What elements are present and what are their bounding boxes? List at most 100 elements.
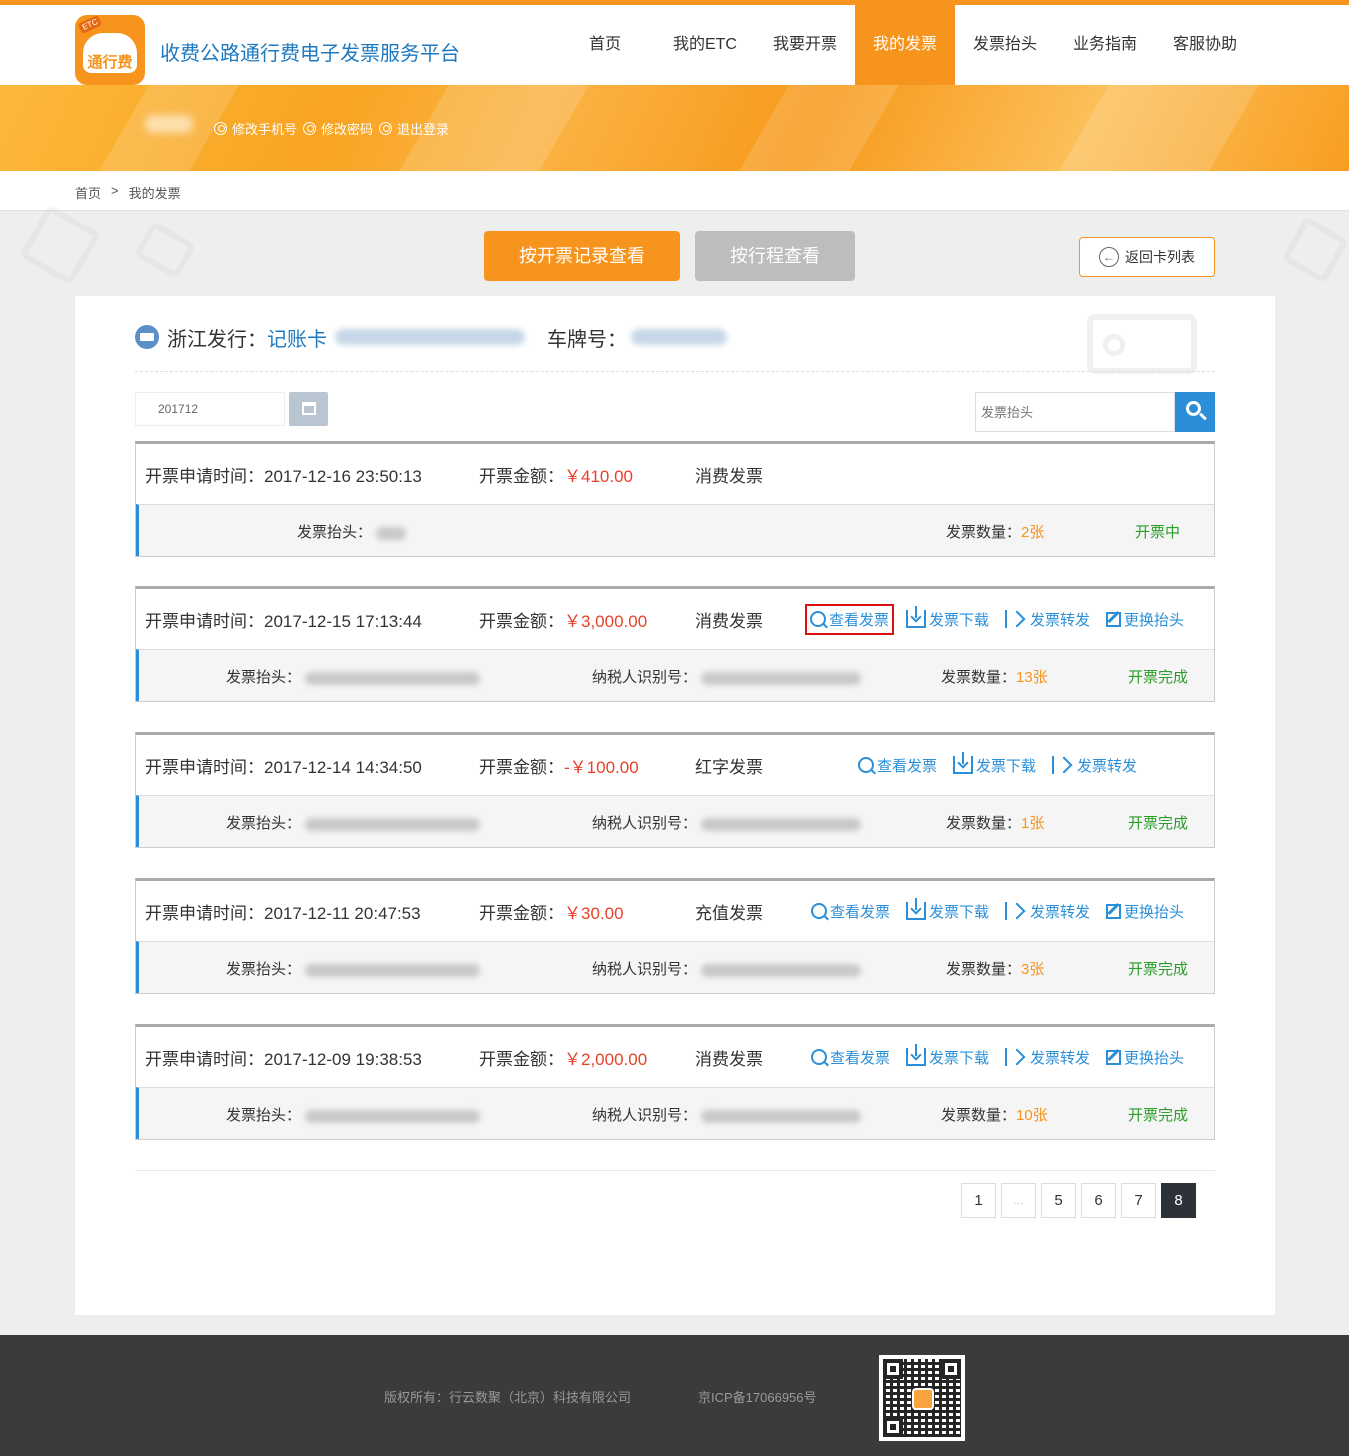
nav-item-my-etc[interactable]: 我的ETC <box>655 5 755 85</box>
logout-link[interactable]: 退出登录 <box>379 119 449 138</box>
account-links: 修改手机号 修改密码 退出登录 <box>214 119 449 138</box>
invoice-head: 发票抬头： <box>226 812 481 833</box>
username-blurred <box>145 115 193 133</box>
taxpayer-id: 纳税人识别号： <box>592 666 862 687</box>
invoice-type: 消费发票 <box>695 1049 763 1069</box>
icp-number: 京ICP备17066956号 <box>698 1390 817 1405</box>
invoice-count: 发票数量：3张 <box>946 961 1045 978</box>
invoice-status: 开票完成 <box>1128 961 1189 978</box>
download-invoice-button[interactable]: 发票下载 <box>949 752 1040 779</box>
view-invoice-button[interactable]: 查看发票 <box>805 603 895 635</box>
search-icon <box>810 611 826 627</box>
download-icon <box>953 752 974 774</box>
breadcrumb-home[interactable]: 首页 <box>75 183 101 202</box>
month-input[interactable]: 201712 <box>135 392 285 426</box>
forward-icon <box>1052 756 1074 774</box>
search-button[interactable] <box>1175 392 1215 432</box>
change-password-link[interactable]: 修改密码 <box>303 119 373 138</box>
card-number-blurred <box>335 329 525 345</box>
download-icon <box>906 898 927 920</box>
edit-icon <box>1106 611 1122 627</box>
breadcrumb: 首页 > 我的发票 <box>75 183 181 202</box>
view-by-record-button[interactable]: 按开票记录查看 <box>484 231 680 281</box>
search-icon <box>811 1049 827 1065</box>
invoice-record: 开票申请时间：2017-12-16 23:50:13 开票金额：￥410.00 … <box>135 441 1215 557</box>
change-phone-link[interactable]: 修改手机号 <box>214 119 297 138</box>
invoice-count: 发票数量：2张 <box>946 524 1045 541</box>
invoice-actions: 查看发票 发票下载 发票转发 <box>854 752 1141 779</box>
page-button[interactable]: 1 <box>961 1183 996 1218</box>
download-icon <box>906 606 927 628</box>
forward-invoice-button[interactable]: 发票转发 <box>1048 752 1141 779</box>
invoice-head: 发票抬头： <box>226 1104 481 1125</box>
logout-label: 退出登录 <box>397 122 450 137</box>
issuer-label: 浙江发行： <box>167 328 267 351</box>
invoice-head: 发票抬头： <box>297 521 407 542</box>
nav-item-my-invoices[interactable]: 我的发票 <box>855 5 955 85</box>
invoice-status: 开票完成 <box>1128 669 1189 686</box>
nav-item-invoice-head[interactable]: 发票抬头 <box>955 5 1055 85</box>
change-head-button[interactable]: 更换抬头 <box>1102 898 1188 925</box>
calendar-icon <box>302 402 316 415</box>
forward-invoice-button[interactable]: 发票转发 <box>1001 898 1094 925</box>
view-by-trip-button[interactable]: 按行程查看 <box>695 231 855 281</box>
nav-item-support[interactable]: 客服协助 <box>1155 5 1255 85</box>
plate-number-blurred <box>631 329 727 345</box>
search-icon <box>858 757 874 773</box>
page-ellipsis: … <box>1001 1183 1036 1218</box>
forward-invoice-button[interactable]: 发票转发 <box>1001 1044 1094 1071</box>
forward-icon <box>1005 902 1027 920</box>
page-button[interactable]: 6 <box>1081 1183 1116 1218</box>
invoice-count: 发票数量：10张 <box>941 1107 1048 1124</box>
nav-item-issue-invoice[interactable]: 我要开票 <box>755 5 855 85</box>
invoice-count: 发票数量：1张 <box>946 815 1045 832</box>
invoice-status: 开票中 <box>1135 524 1181 541</box>
invoice-type: 消费发票 <box>695 466 763 486</box>
download-invoice-button[interactable]: 发票下载 <box>902 604 993 635</box>
user-icon <box>214 122 227 135</box>
download-invoice-button[interactable]: 发票下载 <box>902 1044 993 1071</box>
main-nav: 首页 我的ETC 我要开票 我的发票 发票抬头 业务指南 客服协助 <box>555 5 1255 85</box>
invoice-head: 发票抬头： <box>226 666 481 687</box>
view-invoice-button[interactable]: 查看发票 <box>807 1044 894 1071</box>
site-logo[interactable]: ETC 通行费 <box>75 15 145 85</box>
logo-text: 通行费 <box>87 54 133 71</box>
download-invoice-button[interactable]: 发票下载 <box>902 898 993 925</box>
app-logo-icon <box>912 1388 934 1410</box>
page-button[interactable]: 7 <box>1121 1183 1156 1218</box>
forward-invoice-button[interactable]: 发票转发 <box>1001 604 1094 635</box>
card-type: 记账卡 <box>267 328 327 351</box>
invoice-head-search-input[interactable] <box>975 392 1175 432</box>
forward-icon <box>1005 610 1027 628</box>
invoice-time: 开票申请时间：2017-12-11 20:47:53 <box>145 903 421 923</box>
edit-icon <box>1106 1049 1122 1065</box>
logo-tag: ETC <box>77 15 103 35</box>
page-button[interactable]: 5 <box>1041 1183 1076 1218</box>
invoice-record: 开票申请时间：2017-12-15 17:13:44 开票金额：￥3,000.0… <box>135 586 1215 702</box>
page-button-current[interactable]: 8 <box>1161 1183 1196 1218</box>
divider <box>135 1170 1215 1171</box>
invoice-amount: 开票金额：￥410.00 <box>479 466 633 486</box>
copyright: 版权所有：行云数聚（北京）科技有限公司 <box>384 1390 632 1405</box>
nav-item-guide[interactable]: 业务指南 <box>1055 5 1155 85</box>
card-icon <box>135 325 159 349</box>
taxpayer-id: 纳税人识别号： <box>592 958 862 979</box>
top-header: ETC 通行费 收费公路通行费电子发票服务平台 首页 我的ETC 我要开票 我的… <box>0 0 1349 85</box>
change-head-button[interactable]: 更换抬头 <box>1102 604 1188 635</box>
forward-icon <box>1005 1048 1027 1066</box>
breadcrumb-separator: > <box>111 183 119 198</box>
change-head-button[interactable]: 更换抬头 <box>1102 1044 1188 1071</box>
invoice-actions: 查看发票 发票下载 发票转发 更换抬头 <box>807 1044 1188 1071</box>
invoice-amount: 开票金额：￥30.00 <box>479 903 624 923</box>
qr-code <box>879 1355 965 1441</box>
user-icon <box>379 122 393 135</box>
breadcrumb-bar: 首页 > 我的发票 <box>0 171 1349 211</box>
view-invoice-button[interactable]: 查看发票 <box>854 752 941 779</box>
invoice-type: 充值发票 <box>695 903 763 923</box>
view-invoice-button[interactable]: 查看发票 <box>807 898 894 925</box>
invoice-time: 开票申请时间：2017-12-09 19:38:53 <box>145 1049 422 1069</box>
nav-item-home[interactable]: 首页 <box>555 5 655 85</box>
back-to-cards-button[interactable]: ← 返回卡列表 <box>1079 237 1215 277</box>
invoice-type: 红字发票 <box>695 757 763 777</box>
calendar-button[interactable] <box>289 392 328 426</box>
